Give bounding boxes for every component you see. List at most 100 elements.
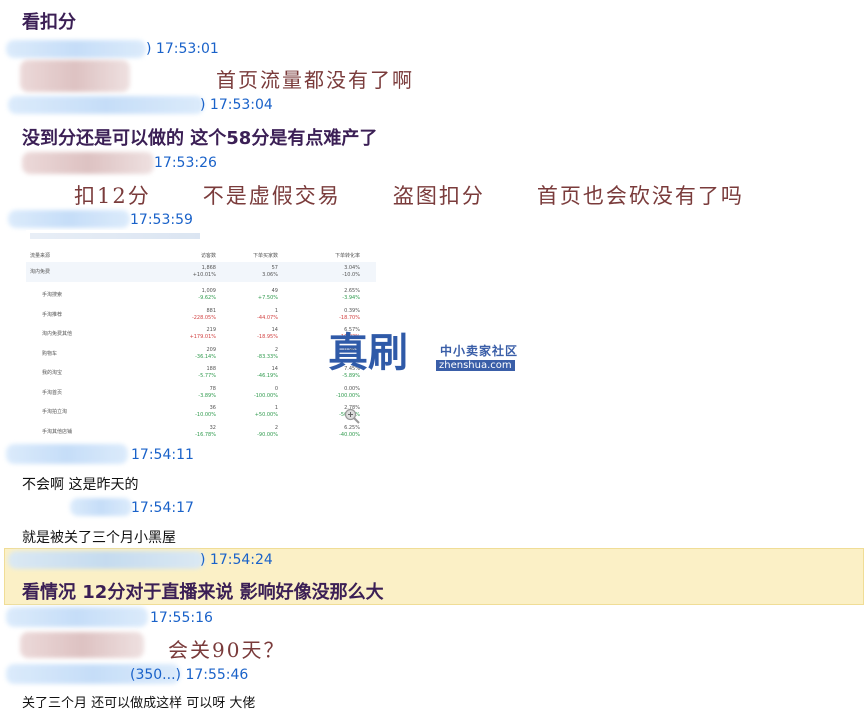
message-text: 就是被关了三个月小黑屋 xyxy=(22,530,176,546)
table-cell: 2.65% xyxy=(344,288,360,294)
table-cell: 手淘首页 xyxy=(42,389,63,396)
table-cell: -16.78% xyxy=(195,431,216,438)
zoom-in-icon[interactable] xyxy=(344,408,360,424)
table-cell: 我的淘宝 xyxy=(42,370,63,376)
table-cell: 2 xyxy=(274,424,278,431)
table-header-cell: 下单买家数 xyxy=(252,253,278,259)
table-row: 手淘搜索 1,009 -9.62% 49 +7.50% 2.65% -3.94% xyxy=(26,285,376,305)
table-cell: 手淘搜索 xyxy=(42,292,63,298)
table-cell: -40.00% xyxy=(339,431,360,438)
table-cell: 3.06% xyxy=(262,272,278,278)
sender-name-redacted xyxy=(8,96,204,114)
message-text: 关了三个月 还可以做成这样 可以呀 大佬 xyxy=(22,696,256,711)
table-cell: -10.00% xyxy=(195,412,216,418)
message-timestamp: ) 17:53:04 xyxy=(200,97,273,113)
avatar xyxy=(20,60,130,92)
message-text: 会关90天？ xyxy=(168,638,286,662)
table-row: 手淘其他店铺 32 -16.78% 2 -90.00% 6.25% -40.00% xyxy=(26,422,376,442)
table-cell: +10.01% xyxy=(192,272,216,278)
message-timestamp: ) 17:53:01 xyxy=(146,41,219,57)
table-cell: 14 xyxy=(271,366,278,372)
table-row: 手淘推荐 881 -228.05% 1 -44.07% 0.39% -18.70% xyxy=(26,305,376,325)
table-cell: +179.01% xyxy=(189,334,216,340)
table-cell: 手淘拍立淘 xyxy=(42,409,68,415)
table-cell: -100.00% xyxy=(253,392,278,399)
table-cell: -83.33% xyxy=(257,353,278,360)
message-timestamp: 17:55:16 xyxy=(150,610,213,626)
table-cell: 209 xyxy=(206,346,216,353)
table-cell: 手淘推荐 xyxy=(42,311,63,318)
message-timestamp: ) 17:54:24 xyxy=(200,552,273,568)
sender-name-redacted xyxy=(22,152,154,174)
table-cell: 淘内免费其他 xyxy=(42,331,73,337)
sender-name-redacted xyxy=(8,551,204,569)
table-cell: 881 xyxy=(206,307,216,314)
table-row: 淘内免费其他 219 +179.01% 14 -18.95% 6.57% -16.82% xyxy=(26,324,376,344)
table-cell: -46.19% xyxy=(257,373,278,379)
shared-screenshot-image[interactable]: 流量来源 访客数 下单买家数 下单转化率 淘内免费 1,868 +10.01% … xyxy=(26,230,517,442)
table-cell: 1 xyxy=(274,307,278,314)
table-cell: -36.14% xyxy=(195,353,216,360)
message-text: 不会啊 这是昨天的 xyxy=(22,477,139,493)
table-cell: -3.94% xyxy=(342,295,360,301)
table-cell: -100.00% xyxy=(335,392,360,399)
table-cell: -5.77% xyxy=(198,373,216,379)
sender-name-redacted xyxy=(8,210,130,228)
table-cell: 购物车 xyxy=(42,350,58,357)
message-text: 扣12分 不是虚假交易 盗图扣分 首页也会砍没有了吗 xyxy=(74,184,744,208)
table-cell: 2 xyxy=(274,346,278,353)
table-row: 手淘首页 78 -3.89% 0 -100.00% 0.00% -100.00% xyxy=(26,383,376,403)
table-cell: 188 xyxy=(206,366,216,372)
message-text: 看扣分 xyxy=(22,12,76,33)
table-cell: 0.00% xyxy=(344,385,360,392)
table-row: 我的淘宝 188 -5.77% 14 -46.19% 7.45% -5.89% xyxy=(26,363,376,383)
table-row: 淘内免费 1,868 +10.01% 57 3.06% 3.04% -10.0% xyxy=(26,262,376,282)
table-cell: -44.07% xyxy=(257,314,278,321)
table-row: 购物车 209 -36.14% 2 -83.33% 0.96% xyxy=(26,344,376,364)
table-cell: 6.25% xyxy=(344,424,360,431)
table-cell: 1,868 xyxy=(201,265,216,271)
table-cell: -9.62% xyxy=(198,295,216,301)
table-cell: +50.00% xyxy=(254,412,278,418)
table-cell: -228.05% xyxy=(191,314,216,321)
table-row: 手淘拍立淘36-10.00%1+50.00%2.78%-50.00% xyxy=(26,402,376,422)
table-cell: 淘内免费 xyxy=(30,269,51,275)
table-cell: 57 xyxy=(271,265,278,271)
table-cell: 0.39% xyxy=(344,307,360,314)
table-cell: -18.95% xyxy=(257,334,278,340)
watermark-main-text: 真刷 xyxy=(328,329,408,376)
sender-name-redacted xyxy=(6,40,146,58)
watermark-subtitle: 中小卖家社区 xyxy=(440,344,519,358)
table-cell: 1,009 xyxy=(201,288,216,294)
message-text: 首页流量都没有了啊 xyxy=(216,68,414,92)
table-header-cell: 访客数 xyxy=(200,253,216,259)
table-cell: 14 xyxy=(271,327,278,333)
table-cell: 219 xyxy=(206,327,216,333)
table-cell: 0 xyxy=(274,385,278,392)
table-cell: 手淘其他店铺 xyxy=(42,428,73,435)
table-cell: 49 xyxy=(271,288,278,294)
avatar xyxy=(20,632,144,658)
table-header-cell: 流量来源 xyxy=(30,253,51,259)
message-timestamp: (350...) 17:55:46 xyxy=(130,667,249,683)
table-cell: 36 xyxy=(209,405,216,411)
screenshot-header-bar xyxy=(30,233,200,239)
table-cell: 3.04% xyxy=(344,265,360,271)
table-cell: -10.0% xyxy=(342,272,360,278)
sender-name-redacted xyxy=(6,444,128,464)
table-cell: 1 xyxy=(274,405,278,411)
table-cell: -3.89% xyxy=(198,392,216,399)
message-timestamp: 17:54:11 xyxy=(131,447,194,463)
table-header-cell: 下单转化率 xyxy=(334,253,360,259)
message-text: 看情况 12分对于直播来说 影响好像没那么大 xyxy=(22,582,384,603)
sender-name-redacted xyxy=(70,498,132,516)
message-timestamp: 17:53:26 xyxy=(154,155,217,171)
watermark-url: zhenshua.com xyxy=(436,360,515,371)
table-cell: -90.00% xyxy=(257,431,278,438)
table-cell: 78 xyxy=(209,385,216,392)
sender-name-redacted xyxy=(6,607,148,627)
message-timestamp: 17:54:17 xyxy=(131,500,194,516)
message-timestamp: 17:53:59 xyxy=(130,212,193,228)
table-cell: +7.50% xyxy=(257,295,278,301)
table-cell: 32 xyxy=(209,424,216,431)
